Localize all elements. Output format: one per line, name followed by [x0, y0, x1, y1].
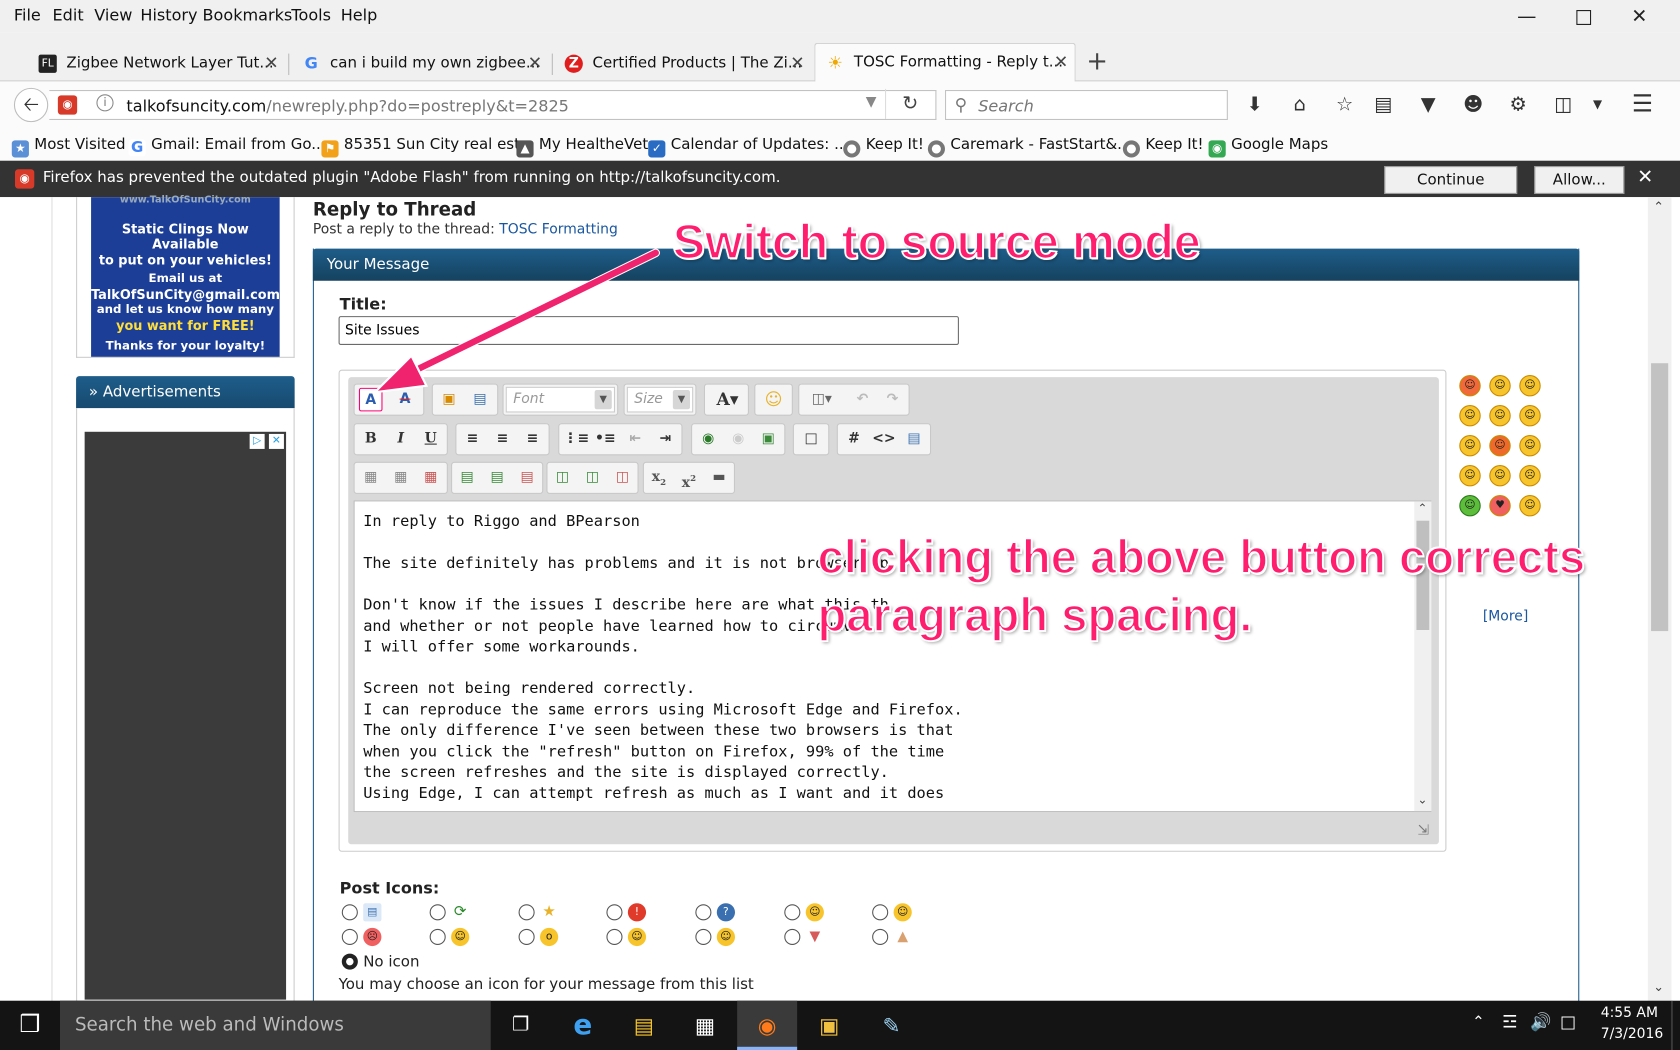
show-hidden-icons[interactable]: ⌃ [1472, 1014, 1485, 1031]
annotation-line-1: clicking the above button corrects [817, 531, 1586, 585]
volume-icon[interactable]: 🔊 [1530, 1011, 1551, 1031]
windows-start-icon[interactable]: ❒ [0, 1001, 60, 1050]
annotation-line-2: paragraph spacing. [817, 588, 1253, 642]
clock-date[interactable]: 7/3/2016 [1601, 1026, 1664, 1042]
clock-time[interactable]: 4:55 AM [1601, 1005, 1658, 1021]
show-desktop-button[interactable] [1671, 1000, 1680, 1050]
taskbar-search[interactable]: Search the web and Windows [60, 1000, 491, 1050]
task-view-icon[interactable]: ❐ [491, 1001, 551, 1050]
file-explorer-icon[interactable]: ▤ [614, 1001, 674, 1050]
notepad-icon[interactable]: ✎ [861, 1001, 921, 1050]
edge-icon[interactable]: e [553, 1001, 613, 1050]
notifications-icon[interactable]: □ [1560, 1011, 1576, 1031]
arrow-shaft [409, 249, 659, 376]
app-icon[interactable]: ▣ [799, 1001, 859, 1050]
annotation-arrow [372, 248, 661, 394]
firefox-icon[interactable]: ◉ [737, 1000, 798, 1050]
store-icon[interactable]: ▦ [675, 1001, 735, 1050]
annotation-switch-source: Switch to source mode [672, 213, 1201, 269]
wifi-icon[interactable]: ☲ [1502, 1011, 1517, 1031]
arrow-head [372, 353, 429, 394]
